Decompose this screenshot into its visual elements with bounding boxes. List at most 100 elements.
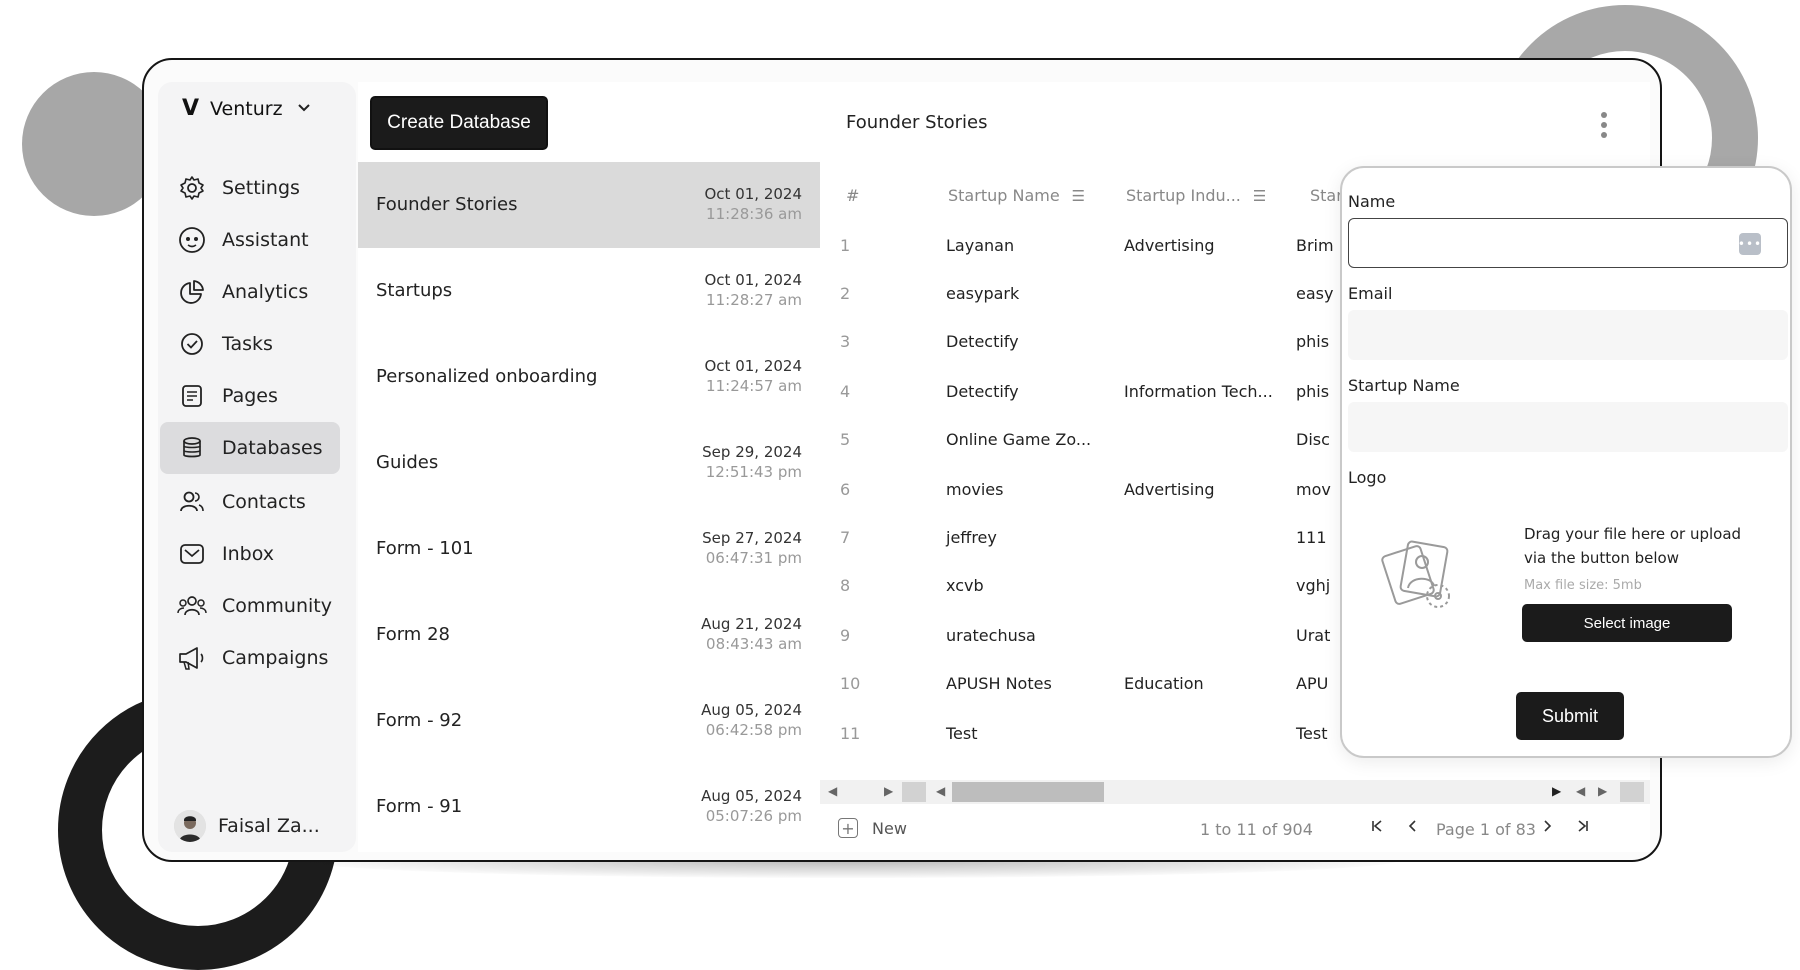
database-date: Oct 01, 2024 11:24:57 am xyxy=(705,356,803,396)
database-date: Oct 01, 2024 11:28:36 am xyxy=(705,184,803,224)
users-icon xyxy=(176,486,208,518)
more-options-icon[interactable] xyxy=(1600,112,1608,142)
third-cell: phis xyxy=(1296,382,1330,401)
startup-name-cell: Detectify xyxy=(946,382,1019,401)
column-label: Startup Indu... xyxy=(1126,186,1241,205)
next-page-icon[interactable] xyxy=(1542,818,1554,837)
time-text: 06:42:58 pm xyxy=(705,721,802,739)
database-list-item[interactable]: Personalized onboarding Oct 01, 2024 11:2… xyxy=(358,334,820,420)
third-cell: APU xyxy=(1296,674,1329,693)
database-date: Sep 29, 2024 12:51:43 pm xyxy=(702,442,802,482)
column-label: # xyxy=(846,186,860,205)
sidebar-item-label: Community xyxy=(222,595,332,617)
database-list-item[interactable]: Guides Sep 29, 2024 12:51:43 pm xyxy=(358,420,820,506)
database-name: Form 28 xyxy=(376,624,450,645)
startup-name-field[interactable] xyxy=(1348,402,1788,452)
community-icon xyxy=(176,590,208,622)
startup-name-cell: xcvb xyxy=(946,576,984,595)
scroll-left-icon[interactable]: ◀ xyxy=(1576,784,1585,798)
third-cell: 111 xyxy=(1296,528,1327,547)
upload-instructions: Drag your file here or upload via the bu… xyxy=(1524,525,1742,567)
column-label: Startup Name xyxy=(948,186,1060,205)
scroll-left-icon[interactable]: ◀ xyxy=(936,784,945,798)
row-number: 9 xyxy=(840,626,851,645)
industry-cell: Advertising xyxy=(1124,480,1215,499)
create-database-button[interactable]: Create Database xyxy=(370,96,548,150)
scroll-right-icon[interactable]: ▶ xyxy=(884,784,893,798)
submit-button[interactable]: Submit xyxy=(1516,692,1624,740)
avatar xyxy=(174,810,206,842)
new-row-button[interactable]: + New xyxy=(838,818,907,838)
sidebar-item-assistant[interactable]: Assistant xyxy=(160,214,340,266)
assistant-face-icon xyxy=(176,224,208,256)
database-list-item[interactable]: Startups Oct 01, 2024 11:28:27 am xyxy=(358,248,820,334)
table-footer: + New 1 to 11 of 904 Page 1 of 83 xyxy=(820,808,1650,852)
scroll-right-icon[interactable]: ▶ xyxy=(1598,784,1607,798)
email-field[interactable] xyxy=(1348,310,1788,360)
workspace-switcher[interactable]: V Venturz xyxy=(182,96,311,121)
sidebar-item-contacts[interactable]: Contacts xyxy=(160,476,340,528)
sidebar-item-tasks[interactable]: Tasks xyxy=(160,318,340,370)
startup-name-cell: APUSH Notes xyxy=(946,674,1052,693)
date-text: Oct 01, 2024 xyxy=(704,185,803,203)
first-page-icon[interactable] xyxy=(1370,818,1384,837)
industry-cell: Education xyxy=(1124,674,1204,693)
scroll-track-end xyxy=(1620,782,1644,802)
scroll-left-icon[interactable]: ◀ xyxy=(828,784,837,798)
scrollbar-thumb[interactable] xyxy=(952,782,1104,802)
sidebar-item-databases[interactable]: Databases xyxy=(160,422,340,474)
sidebar-item-inbox[interactable]: Inbox xyxy=(160,528,340,580)
time-text: 05:07:26 pm xyxy=(705,807,802,825)
sidebar-item-analytics[interactable]: Analytics xyxy=(160,266,340,318)
database-name: Guides xyxy=(376,452,439,473)
check-circle-icon xyxy=(176,328,208,360)
industry-cell: Information Tech... xyxy=(1124,382,1273,401)
sidebar-item-campaigns[interactable]: Campaigns xyxy=(160,632,340,684)
sidebar-item-settings[interactable]: Settings xyxy=(160,162,340,214)
column-menu-icon[interactable]: ☰ xyxy=(1253,187,1266,205)
horizontal-scrollbar[interactable]: ◀ ▶ ◀ ▶ ◀ ▶ xyxy=(820,780,1650,804)
column-header-third[interactable]: Star xyxy=(1310,186,1343,205)
name-label: Name xyxy=(1348,192,1396,211)
sidebar: V Venturz Settings Assistant Analytics T… xyxy=(158,82,356,852)
sidebar-item-label: Tasks xyxy=(222,333,273,355)
third-cell: Brim xyxy=(1296,236,1334,255)
more-options-icon[interactable]: ••• xyxy=(1738,233,1761,255)
time-text: 11:28:36 am xyxy=(706,205,802,223)
database-list-item[interactable]: Form - 91 Aug 05, 2024 05:07:26 pm xyxy=(358,764,820,850)
scroll-right-icon[interactable]: ▶ xyxy=(1552,784,1561,798)
row-number: 3 xyxy=(840,332,851,351)
database-name: Form - 101 xyxy=(376,538,474,559)
user-profile[interactable]: Faisal Za... xyxy=(174,810,320,842)
column-menu-icon[interactable]: ☰ xyxy=(1072,187,1085,205)
column-header-startup-industry[interactable]: Startup Indu... ☰ xyxy=(1126,186,1266,205)
last-page-icon[interactable] xyxy=(1576,818,1590,837)
row-number: 10 xyxy=(840,674,861,693)
database-list-item[interactable]: Founder Stories Oct 01, 2024 11:28:36 am xyxy=(358,162,820,248)
database-name: Form - 91 xyxy=(376,796,463,817)
column-header-startup-name[interactable]: Startup Name ☰ xyxy=(948,186,1085,205)
time-text: 06:47:31 pm xyxy=(705,549,802,567)
sidebar-item-pages[interactable]: Pages xyxy=(160,370,340,422)
name-field[interactable]: ••• xyxy=(1348,218,1788,268)
industry-cell: Advertising xyxy=(1124,236,1215,255)
database-list-item[interactable]: Form - 92 Aug 05, 2024 06:42:58 pm xyxy=(358,678,820,764)
time-text: 08:43:43 am xyxy=(706,635,802,653)
date-text: Aug 05, 2024 xyxy=(701,701,802,719)
startup-name-label: Startup Name xyxy=(1348,376,1460,395)
database-list-item[interactable]: Form - 101 Sep 27, 2024 06:47:31 pm xyxy=(358,506,820,592)
row-number: 6 xyxy=(840,480,851,499)
sidebar-item-community[interactable]: Community xyxy=(160,580,340,632)
database-list-item[interactable]: Form 28 Aug 21, 2024 08:43:43 am xyxy=(358,592,820,678)
sidebar-item-label: Contacts xyxy=(222,491,306,513)
date-text: Oct 01, 2024 xyxy=(704,271,803,289)
page-indicator: Page 1 of 83 xyxy=(1436,820,1536,839)
startup-name-cell: jeffrey xyxy=(946,528,997,547)
date-text: Sep 27, 2024 xyxy=(702,529,802,547)
workspace-name: Venturz xyxy=(210,97,283,120)
previous-page-icon[interactable] xyxy=(1406,818,1418,837)
startup-name-cell: uratechusa xyxy=(946,626,1036,645)
select-image-button[interactable]: Select image xyxy=(1522,604,1732,642)
date-text: Sep 29, 2024 xyxy=(702,443,802,461)
database-name: Founder Stories xyxy=(376,194,518,215)
